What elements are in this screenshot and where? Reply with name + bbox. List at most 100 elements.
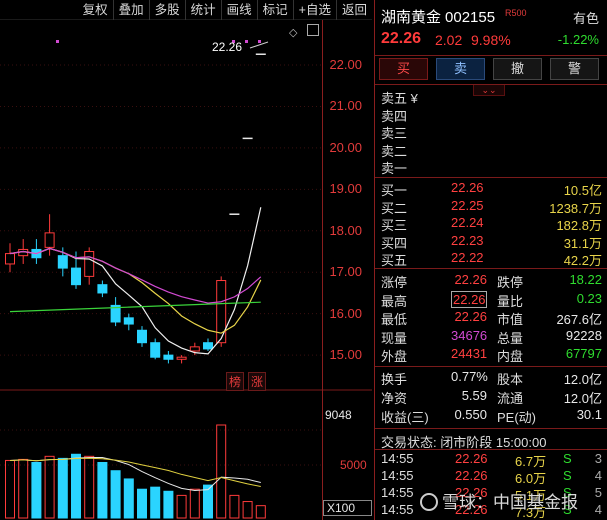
volume-bar bbox=[189, 488, 200, 519]
tag-bang[interactable]: 榜 bbox=[226, 372, 245, 391]
divider bbox=[375, 449, 607, 450]
fundamental-row: 换手 0.77% 股本 12.0亿 bbox=[375, 369, 607, 387]
stock-title: 湖南黄金 002155 bbox=[381, 6, 495, 27]
volume-bar bbox=[176, 494, 187, 519]
tick-count: 4 bbox=[594, 502, 602, 517]
volume-bar bbox=[110, 470, 121, 519]
stat-label: 净资 bbox=[381, 391, 408, 406]
toolbar-button[interactable]: 复权 bbox=[78, 0, 113, 20]
current-price: 22.26 bbox=[381, 30, 422, 47]
volume-bar bbox=[123, 478, 134, 519]
candle-body bbox=[57, 255, 68, 269]
stock-name: 湖南黄金 bbox=[381, 9, 442, 26]
marker-dot bbox=[258, 40, 261, 43]
bid-volume: 1238.7万 bbox=[549, 200, 602, 216]
watermark-text: 雪球：中国基金报 bbox=[442, 493, 578, 512]
bid-label: 买四 bbox=[381, 235, 408, 251]
bid-level-2: 买二 22.25 1238.7万 bbox=[375, 197, 607, 216]
volume-bar bbox=[71, 453, 81, 519]
toolbar-button[interactable]: 叠加 bbox=[112, 0, 149, 20]
cancel-order-button[interactable]: 撤 bbox=[493, 58, 542, 80]
marker-dot bbox=[245, 40, 248, 43]
toolbar-button[interactable]: 返回 bbox=[335, 0, 372, 20]
watermark: 雪球：中国基金报 bbox=[420, 488, 578, 513]
candle-body bbox=[203, 342, 213, 350]
toolbar-button[interactable]: 多股 bbox=[148, 0, 185, 20]
tick-count: 5 bbox=[594, 485, 602, 500]
volume-bar bbox=[31, 461, 42, 519]
last-price-label: 22.26 bbox=[212, 40, 243, 54]
stat-label: 收益(三) bbox=[381, 410, 429, 425]
volume-bar bbox=[84, 455, 95, 519]
stat-value: 67797 bbox=[565, 346, 602, 361]
stat-label: 流通 bbox=[497, 391, 524, 406]
stat-value: 12.0亿 bbox=[563, 372, 602, 387]
candle-body bbox=[44, 232, 55, 248]
divider bbox=[375, 428, 607, 429]
quote-stat-row: 现量 34676 总量 92228 bbox=[375, 327, 607, 346]
stat-value: 0.23 bbox=[576, 290, 602, 306]
stat-label: 市值 bbox=[497, 312, 524, 327]
r500-tag: R500 bbox=[505, 8, 527, 18]
tick-time: 14:55 bbox=[381, 485, 414, 500]
ranking-tags[interactable]: 榜 涨 bbox=[226, 372, 267, 391]
price-change: 2.02 bbox=[435, 32, 463, 48]
buy-button[interactable]: 买 bbox=[379, 58, 428, 80]
bid-volume: 31.1万 bbox=[563, 235, 602, 251]
toolbar-button[interactable]: 统计 bbox=[184, 0, 221, 20]
candle-body bbox=[176, 356, 187, 360]
bid-price: 22.22 bbox=[451, 250, 484, 265]
diamond-icon[interactable]: ◇ bbox=[289, 26, 297, 39]
divider bbox=[375, 366, 607, 367]
stat-label: 股本 bbox=[497, 372, 524, 387]
kline-chart[interactable]: 22.00 21.00 20.00 19.00 18.00 17.00 16.00 15.00… bbox=[0, 20, 372, 520]
stat-label: 现量 bbox=[381, 330, 408, 346]
trade-tick-row: 14:55 22.26 6.7万 S 3 bbox=[375, 451, 607, 469]
bid-level-4: 买四 22.23 31.1万 bbox=[375, 233, 607, 251]
stat-label: 最低 bbox=[381, 312, 408, 327]
toolbar-button[interactable]: +自选 bbox=[292, 0, 336, 20]
volume-unit-label[interactable]: X100 bbox=[323, 500, 372, 516]
bid-volume: 42.2万 bbox=[563, 253, 602, 268]
price-axis-tick: 19.00 bbox=[329, 181, 362, 197]
price-axis-tick: 22.00 bbox=[329, 57, 362, 72]
stat-value: 34676 bbox=[451, 327, 488, 343]
stat-label: 最高 bbox=[381, 293, 408, 309]
maximize-icon[interactable] bbox=[307, 24, 319, 36]
volume-ma-line bbox=[9, 457, 261, 491]
tag-zhang[interactable]: 涨 bbox=[248, 372, 267, 391]
tick-price: 22.26 bbox=[455, 451, 488, 466]
candle-body bbox=[5, 253, 15, 265]
volume-max-label: 9048 bbox=[323, 408, 372, 422]
tick-count: 4 bbox=[594, 468, 602, 483]
bid-level-3: 买三 22.24 182.8万 bbox=[375, 215, 607, 233]
bid-volume: 10.5亿 bbox=[563, 183, 602, 198]
stat-value: 5.59 bbox=[461, 388, 487, 403]
toolbar-button[interactable]: 标记 bbox=[256, 0, 293, 20]
ask-level-5: 卖五 ¥ bbox=[381, 91, 418, 106]
ask-level-1: 卖一 bbox=[381, 161, 408, 176]
toolbar-button[interactable]: 画线 bbox=[220, 0, 257, 20]
price-axis-tick: 15.00 bbox=[329, 347, 362, 363]
bid-label: 买二 bbox=[381, 200, 408, 216]
stat-label: PE(动) bbox=[497, 410, 537, 425]
bid-volume: 182.8万 bbox=[556, 218, 602, 233]
tick-count: 3 bbox=[594, 451, 602, 466]
stat-value: 0.77% bbox=[451, 369, 488, 384]
stat-value: 18.22 bbox=[569, 272, 602, 287]
sector-name[interactable]: 有色 bbox=[573, 8, 599, 27]
stat-label: 跌停 bbox=[497, 275, 524, 290]
stat-value: 12.0亿 bbox=[563, 391, 602, 406]
stat-value: 22.26 bbox=[454, 272, 487, 287]
stat-label: 内盘 bbox=[497, 349, 524, 364]
sell-button[interactable]: 卖 bbox=[436, 58, 485, 80]
volume-bar bbox=[255, 505, 266, 519]
volume-bar bbox=[18, 458, 29, 519]
bid-price: 22.24 bbox=[451, 215, 484, 230]
alert-button[interactable]: 警 bbox=[550, 58, 599, 80]
volume-bar bbox=[5, 459, 15, 519]
expand-chevron-icon[interactable]: ⌄⌄ bbox=[473, 84, 505, 96]
bid-level-1: 买一 22.26 10.5亿 bbox=[375, 180, 607, 198]
stat-label: 外盘 bbox=[381, 349, 408, 364]
bid-price: 22.25 bbox=[451, 197, 484, 213]
